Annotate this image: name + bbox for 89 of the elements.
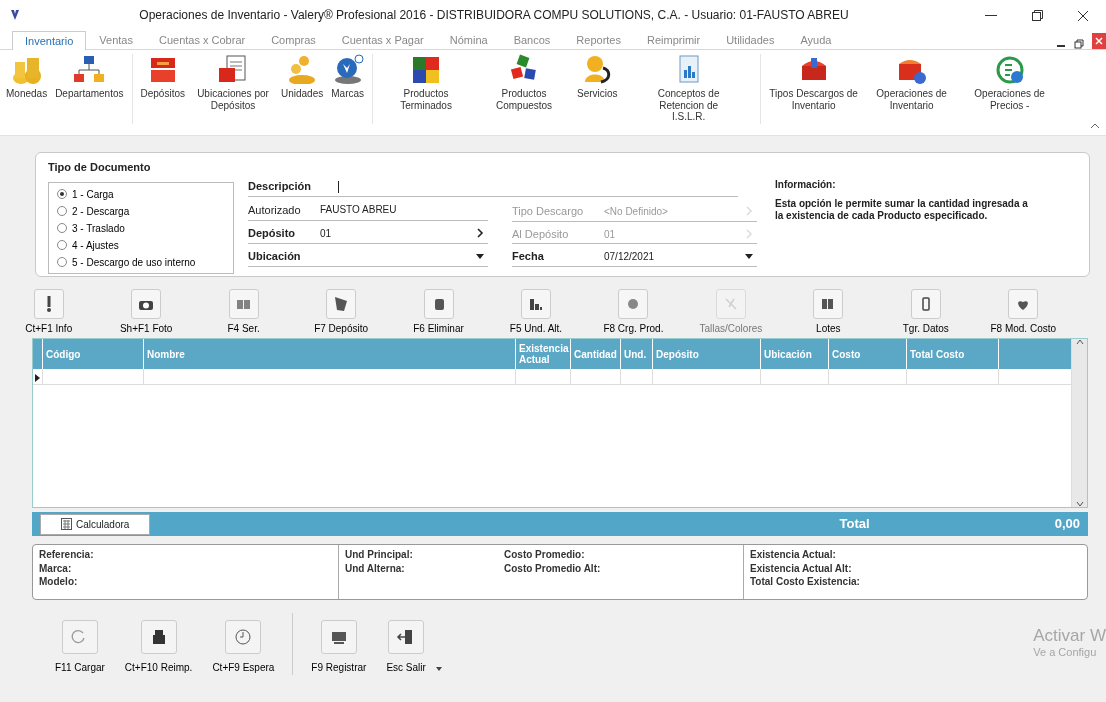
ribbon-button[interactable]: Ubicaciones por Depósitos <box>189 54 277 111</box>
detail-label: Existencia Actual Alt: <box>750 561 853 575</box>
footer-button[interactable]: Ct+F10 Reimp. <box>114 620 203 675</box>
form-field[interactable]: Ubicación <box>248 246 488 267</box>
ribbon-button[interactable]: Productos Terminados <box>377 54 476 111</box>
ribbon-button[interactable]: Servicios <box>573 54 622 100</box>
document-icon <box>217 54 249 84</box>
ribbon-button[interactable]: Conceptos de Retencion de I.S.L.R. <box>639 54 738 123</box>
ribbon-button[interactable]: Productos Compuestos <box>475 54 574 111</box>
exclamation-icon <box>45 296 52 312</box>
information-title: Información: <box>775 178 837 192</box>
footer-button[interactable]: F9 Registrar <box>301 620 377 675</box>
footer-button[interactable]: F11 Cargar <box>45 620 115 675</box>
toolbar-button[interactable]: F8 Crg. Prod. <box>584 289 683 336</box>
toolbar-button[interactable]: Ct+F1 Info <box>0 289 98 336</box>
ribbon-button[interactable]: Depósitos <box>136 54 189 100</box>
footer-button[interactable]: Ct+F9 Espera <box>202 620 285 675</box>
chevron-right-icon <box>476 228 484 239</box>
detail-label: Modelo: <box>39 575 79 589</box>
document-type-radio[interactable]: 4 - Ajustes <box>57 236 119 254</box>
detail-label: Und Principal: <box>345 548 414 562</box>
minimize-icon <box>985 14 997 17</box>
vertical-scrollbar[interactable] <box>1071 339 1087 507</box>
toolbar-button[interactable]: F5 Und. Alt. <box>487 289 585 336</box>
document-type-radio[interactable]: 3 - Traslado <box>57 219 125 237</box>
scroll-up-icon[interactable] <box>1075 339 1084 345</box>
app-logo-icon <box>10 9 20 21</box>
information-text: Esta opción le permite sumar la cantidad ingresada a la existencia de cada Producto especificado. <box>775 198 1029 222</box>
document-type-title: Tipo de Documento <box>48 160 152 175</box>
document-type-radio[interactable]: 2 - Descarga <box>57 202 130 220</box>
description-field[interactable]: Descripción <box>248 177 738 198</box>
menu-tab[interactable]: Ayuda <box>787 29 845 49</box>
chevron-right-icon <box>745 206 753 217</box>
toolbar-button[interactable]: F8 Mod. Costo <box>974 289 1072 336</box>
total-label: Total <box>839 515 870 534</box>
activation-notice: Ve a Configu <box>1033 646 1098 660</box>
restore-icon <box>1074 39 1084 49</box>
restore-icon <box>1031 10 1043 22</box>
detail-label: Total Costo Existencia: <box>750 575 861 589</box>
clock-icon <box>233 627 254 647</box>
ribbon-button[interactable]: Operaciones de Inventario <box>862 54 961 111</box>
menu-tab[interactable]: Utilidades <box>713 29 788 49</box>
menu-tab[interactable]: Inventario <box>12 30 87 50</box>
menu-tab[interactable]: Compras <box>258 29 329 49</box>
footer-button[interactable]: Esc Salir <box>376 620 436 675</box>
dropdown-arrow-icon <box>745 254 753 260</box>
activation-notice: Activar W <box>1033 626 1106 647</box>
detail-label: Marca: <box>39 561 73 575</box>
detail-label: Costo Promedio: <box>504 548 586 562</box>
ribbon-button[interactable]: Unidades <box>277 54 328 100</box>
total-value: 0,00 <box>1054 515 1080 534</box>
toolbar-button[interactable]: F6 Eliminar <box>389 289 488 336</box>
detail-label: Costo Promedio Alt: <box>504 561 602 575</box>
ribbon-button[interactable]: Departamentos <box>51 54 128 100</box>
window-title: Operaciones de Inventario - Valery® Profesional 2016 - DISTRIBUIDORA COMPU SOLUTIONS, C.A. - Usuario: 01-FAUSTO ABREU <box>138 7 850 24</box>
row-pointer-icon <box>33 372 41 385</box>
form-field[interactable]: Fecha 07/12/2021 <box>512 247 757 267</box>
collapse-ribbon-icon <box>1090 123 1100 129</box>
detail-label: Referencia: <box>39 548 95 562</box>
scroll-down-icon[interactable] <box>1075 501 1084 507</box>
toolbar-button[interactable]: Lotes <box>779 289 878 336</box>
menu-tab[interactable]: Nómina <box>436 29 501 49</box>
document-type-radio[interactable]: 1 - Carga <box>57 185 114 203</box>
toolbar-button[interactable]: F4 Ser. <box>194 289 293 336</box>
detail-label: Und Alterna: <box>345 561 406 575</box>
menu-tab[interactable]: Reportes <box>563 29 634 49</box>
org-chart-icon <box>73 54 106 84</box>
form-field[interactable]: Autorizado FAUSTO ABREU <box>248 200 488 221</box>
toolbar-button[interactable]: Tgr. Datos <box>877 289 975 336</box>
ribbon-button[interactable]: Marcas <box>327 54 369 100</box>
detail-label: Existencia Actual: <box>750 548 837 562</box>
toolbar-button[interactable]: F7 Depósito <box>292 289 390 336</box>
dropdown-arrow-icon <box>435 667 442 671</box>
form-field[interactable]: Depósito 01 <box>248 223 488 244</box>
close-icon <box>1077 9 1089 22</box>
toolbar-button[interactable]: Sh+F1 Foto <box>97 289 195 336</box>
calculator-button[interactable]: Calculadora <box>40 513 151 535</box>
menu-tab[interactable]: Reimprimir <box>634 29 714 49</box>
dropdown-arrow-icon <box>476 253 484 259</box>
document-type-radio[interactable]: 5 - Descargo de uso interno <box>57 253 196 271</box>
menu-tab[interactable]: Cuentas x Pagar <box>328 29 437 49</box>
calculator-icon <box>61 518 72 530</box>
chevron-right-icon <box>745 229 753 239</box>
ribbon-button[interactable]: Operaciones de Precios - <box>960 54 1059 111</box>
menu-tab[interactable]: Ventas <box>86 29 146 49</box>
ribbon-button[interactable]: Monedas <box>2 54 52 100</box>
menu-tab[interactable]: Cuentas x Cobrar <box>145 29 259 49</box>
menu-tab[interactable]: Bancos <box>500 29 564 49</box>
ribbon-button[interactable]: Tipos Descargos de Inventario <box>764 54 863 111</box>
